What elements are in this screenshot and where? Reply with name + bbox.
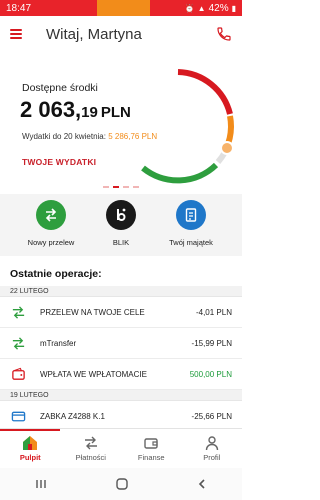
operation-name: WPŁATA WE WPŁATOMACIE <box>40 369 147 379</box>
blik-icon <box>106 200 136 230</box>
operation-name: ZABKA Z4288 K.1 <box>40 411 105 421</box>
nav-label: Pulpit <box>19 453 41 462</box>
balance-card[interactable]: Dostępne środki 2 063,19 PLN Wydatki do 2… <box>0 52 242 194</box>
nav-tab-platnosci[interactable]: Płatności <box>61 429 122 468</box>
finance-wallet-icon <box>121 435 182 451</box>
back-icon[interactable] <box>196 478 208 490</box>
alarm-icon: ⏰ <box>184 3 195 13</box>
date-header: 19 LUTEGO <box>0 390 242 401</box>
wealth-document-icon <box>176 200 206 230</box>
phone-icon[interactable] <box>216 26 232 42</box>
carousel-dots[interactable] <box>0 186 242 188</box>
date-header: 22 LUTEGO <box>0 286 242 297</box>
spending-gauge <box>141 69 234 184</box>
operation-amount: -25,66 PLN <box>191 411 232 421</box>
status-time: 18:47 <box>6 2 32 14</box>
battery-level: 42% <box>208 2 229 14</box>
operation-amount: 500,00 PLN <box>189 369 232 379</box>
status-bar: 18:47 ⏰ ▲ 42% ▮ <box>0 0 242 16</box>
transfer-arrows-icon <box>10 304 26 320</box>
balance-currency: PLN <box>100 104 131 121</box>
recent-operations-title: Ostatnie operacje: <box>10 268 102 280</box>
new-transfer-button[interactable]: Nowy przelew <box>16 200 86 247</box>
balance-main: 2 063, <box>20 97 82 122</box>
nav-label: Płatności <box>75 453 106 462</box>
carousel-dot[interactable] <box>123 186 129 188</box>
balance-amount: 2 063,19 PLN <box>20 97 131 123</box>
carousel-dot[interactable] <box>103 186 109 188</box>
recent-apps-icon[interactable] <box>34 478 48 490</box>
bottom-navigation: Pulpit Płatności Finanse Profil <box>0 428 242 468</box>
spend-forecast: Wydatki do 20 kwietnia: 5 286,76 PLN <box>22 132 157 141</box>
wallet-icon <box>10 366 26 382</box>
card-icon <box>10 408 26 424</box>
operation-row[interactable]: WPŁATA WE WPŁATOMACIE 500,00 PLN <box>0 359 242 390</box>
balance-cents: 19 <box>81 104 98 121</box>
greeting-title: Witaj, Martyna <box>46 25 142 43</box>
new-transfer-label: Nowy przelew <box>27 238 75 247</box>
operation-name: PRZELEW NA TWOJE CELE <box>40 307 145 317</box>
nav-label: Profil <box>203 453 221 462</box>
app-header: Witaj, Martyna <box>0 16 242 52</box>
blik-label: BLIK <box>112 238 130 247</box>
nav-tab-pulpit[interactable]: Pulpit <box>0 429 61 468</box>
gauge-arc-green <box>141 162 219 184</box>
transfer-arrows-icon <box>36 200 66 230</box>
system-navigation-bar <box>0 468 242 500</box>
menu-icon[interactable] <box>10 29 22 39</box>
nav-tab-finanse[interactable]: Finanse <box>121 429 182 468</box>
operation-row[interactable]: PRZELEW NA TWOJE CELE -4,01 PLN <box>0 297 242 328</box>
operation-name: mTransfer <box>40 338 77 348</box>
nav-label: Finanse <box>137 453 165 462</box>
wealth-button[interactable]: Twój majątek <box>156 200 226 247</box>
operation-amount: -4,01 PLN <box>195 307 232 317</box>
signal-icon: ▲ <box>197 3 206 13</box>
transfer-arrows-icon <box>10 335 26 351</box>
recent-operations: Ostatnie operacje: 22 LUTEGO PRZELEW NA … <box>0 256 242 432</box>
gauge-knob <box>220 141 234 155</box>
operation-amount: -15,99 PLN <box>191 338 232 348</box>
active-tab-indicator <box>0 429 60 431</box>
operation-row[interactable]: mTransfer -15,99 PLN <box>0 328 242 359</box>
available-funds-label: Dostępne środki <box>22 82 98 94</box>
gauge-arc-red <box>177 69 233 115</box>
home-button-icon[interactable] <box>115 477 129 491</box>
nav-tab-profil[interactable]: Profil <box>182 429 243 468</box>
battery-icon: ▮ <box>231 3 236 13</box>
home-icon <box>0 435 61 451</box>
wealth-label: Twój majątek <box>169 238 213 247</box>
payments-icon <box>61 435 122 451</box>
spend-label: Wydatki do 20 kwietnia: <box>22 132 106 141</box>
status-icons: ⏰ ▲ 42% ▮ <box>185 3 236 14</box>
profile-icon <box>182 435 243 451</box>
carousel-dot-active[interactable] <box>113 186 119 188</box>
carousel-dot[interactable] <box>133 186 139 188</box>
quick-actions: Nowy przelew BLIK Twój majątek <box>0 194 242 256</box>
blik-button[interactable]: BLIK <box>86 200 156 247</box>
your-spending-link[interactable]: TWOJE WYDATKI <box>22 157 96 167</box>
